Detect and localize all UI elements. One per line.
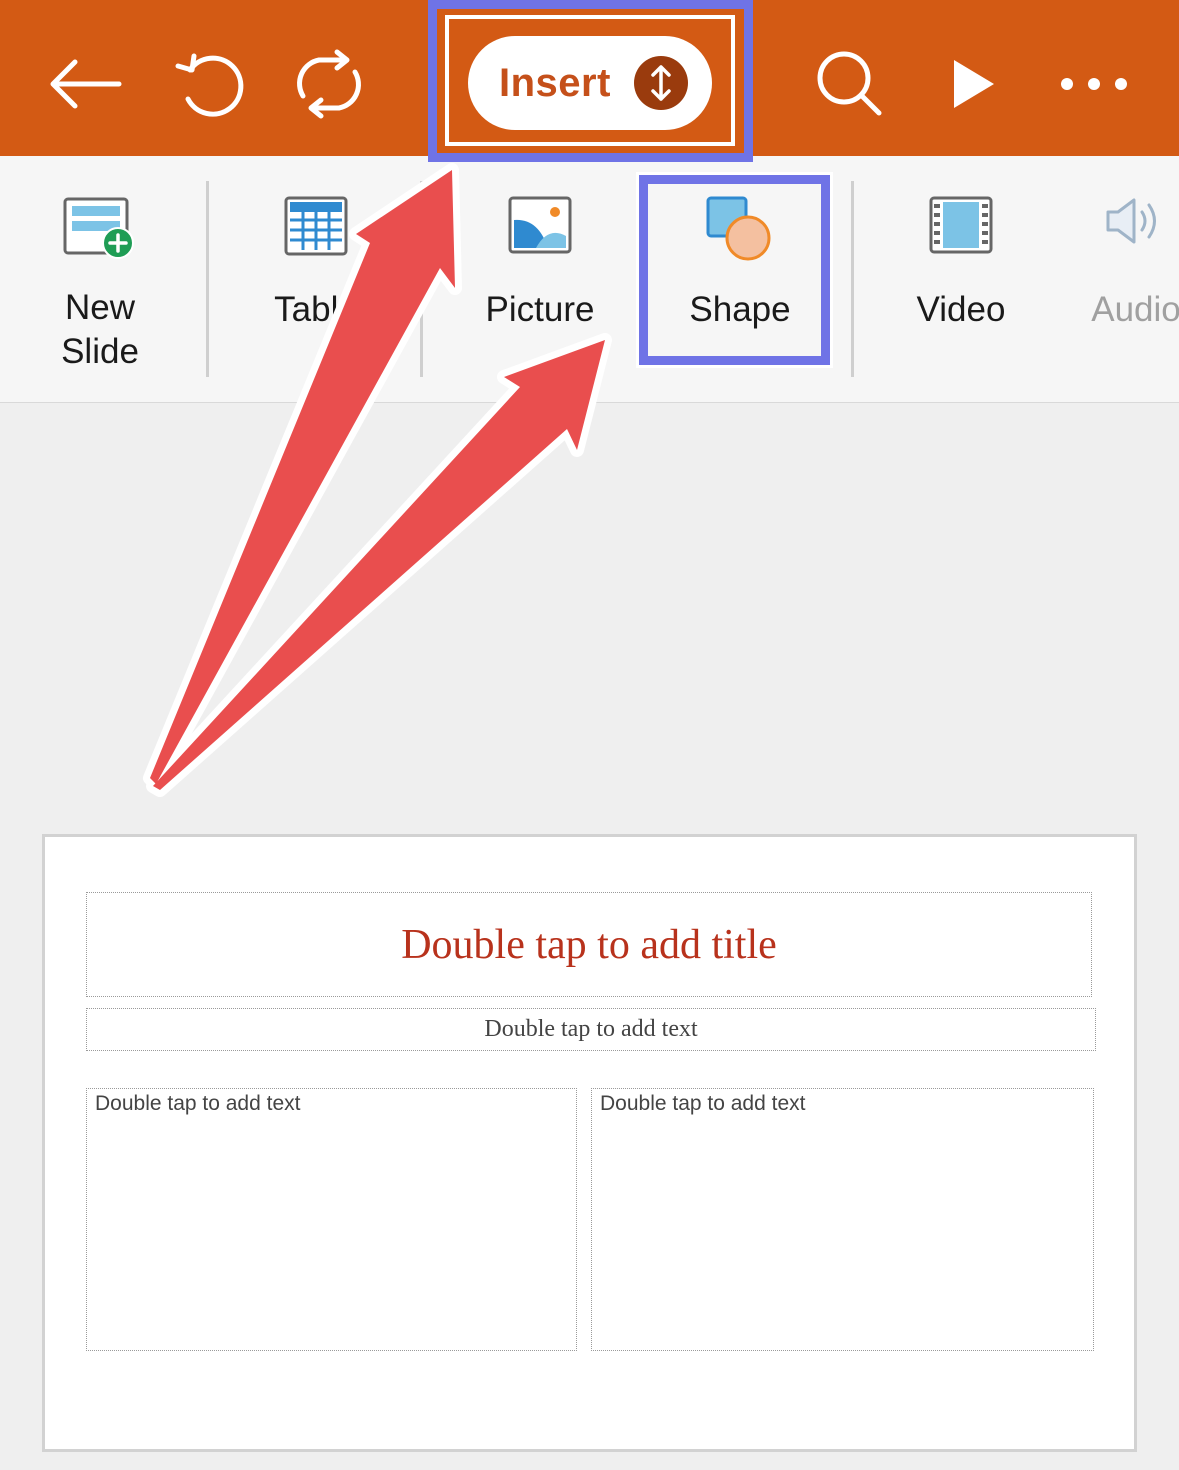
new-slide-button[interactable]: New Slide bbox=[20, 156, 180, 402]
play-icon bbox=[954, 60, 994, 108]
undo-icon bbox=[175, 53, 244, 117]
ribbon-separator bbox=[851, 181, 854, 377]
ribbon-separator bbox=[206, 181, 209, 377]
picture-label: Picture bbox=[485, 290, 595, 329]
more-button[interactable] bbox=[1050, 40, 1138, 128]
table-icon bbox=[284, 196, 348, 256]
play-button[interactable] bbox=[929, 40, 1017, 128]
table-button[interactable]: Table bbox=[236, 156, 396, 402]
audio-label: Audio bbox=[1091, 290, 1179, 329]
redo-button[interactable] bbox=[285, 40, 373, 128]
undo-button[interactable] bbox=[164, 40, 252, 128]
video-icon bbox=[929, 196, 993, 254]
shape-highlight-box bbox=[639, 175, 830, 365]
more-horizontal-icon bbox=[1061, 78, 1127, 90]
back-button[interactable] bbox=[41, 40, 129, 128]
audio-button[interactable]: Audio bbox=[1056, 156, 1179, 402]
picture-icon bbox=[508, 196, 572, 254]
redo-icon bbox=[297, 49, 361, 119]
ribbon-separator bbox=[420, 181, 423, 377]
subtitle-placeholder[interactable]: Double tap to add text bbox=[86, 1008, 1096, 1051]
left-content-placeholder[interactable]: Double tap to add text bbox=[86, 1088, 577, 1351]
video-button[interactable]: Video bbox=[881, 156, 1041, 402]
slide-canvas[interactable]: Double tap to add title Double tap to ad… bbox=[42, 834, 1137, 1452]
picture-button[interactable]: Picture bbox=[460, 156, 620, 402]
new-slide-icon bbox=[63, 197, 134, 259]
right-content-placeholder[interactable]: Double tap to add text bbox=[591, 1088, 1094, 1351]
table-label: Table bbox=[274, 290, 358, 329]
title-placeholder[interactable]: Double tap to add title bbox=[86, 892, 1092, 997]
search-icon bbox=[817, 51, 882, 116]
insert-highlight-inner bbox=[445, 15, 735, 146]
insert-ribbon: New Slide Table Picture Shape Video Audi… bbox=[0, 156, 1179, 403]
new-slide-label: New Slide bbox=[61, 288, 139, 371]
audio-icon bbox=[1106, 198, 1156, 244]
video-label: Video bbox=[916, 290, 1006, 329]
arrow-left-icon bbox=[50, 59, 122, 109]
search-button[interactable] bbox=[806, 40, 894, 128]
arrow-to-shape bbox=[146, 333, 612, 797]
